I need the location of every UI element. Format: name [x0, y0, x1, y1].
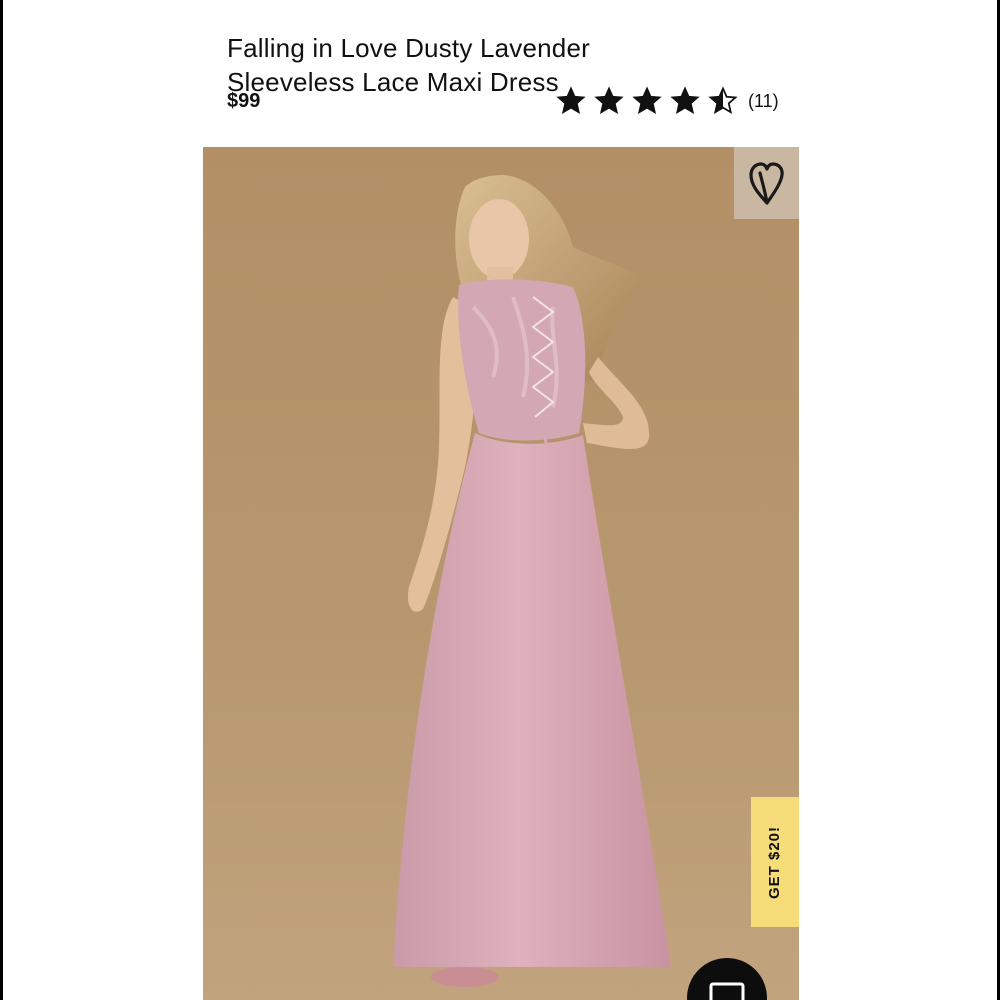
model-feet: [431, 967, 499, 987]
star-full-icon: [556, 86, 586, 115]
star-half-icon: [708, 86, 738, 115]
product-page: Falling in Love Dusty Lavender Sleeveles…: [0, 0, 1000, 1000]
get-20-promo-tab[interactable]: GET $20!: [751, 797, 799, 927]
chat-icon: [709, 982, 745, 1000]
product-title-line-1: Falling in Love Dusty Lavender: [227, 33, 590, 64]
star-full-icon: [594, 86, 624, 115]
heart-icon: [748, 162, 784, 205]
dress-bodice: [458, 279, 586, 441]
promo-label: GET $20!: [766, 825, 784, 899]
product-photo-image: [203, 147, 799, 1000]
review-count[interactable]: (11): [748, 91, 779, 112]
star-full-icon: [632, 86, 662, 115]
product-photo[interactable]: [203, 147, 799, 1000]
wishlist-button[interactable]: [734, 147, 799, 219]
rating-stars[interactable]: (11): [556, 86, 779, 116]
product-price: $99: [227, 90, 261, 112]
star-full-icon: [670, 86, 700, 115]
